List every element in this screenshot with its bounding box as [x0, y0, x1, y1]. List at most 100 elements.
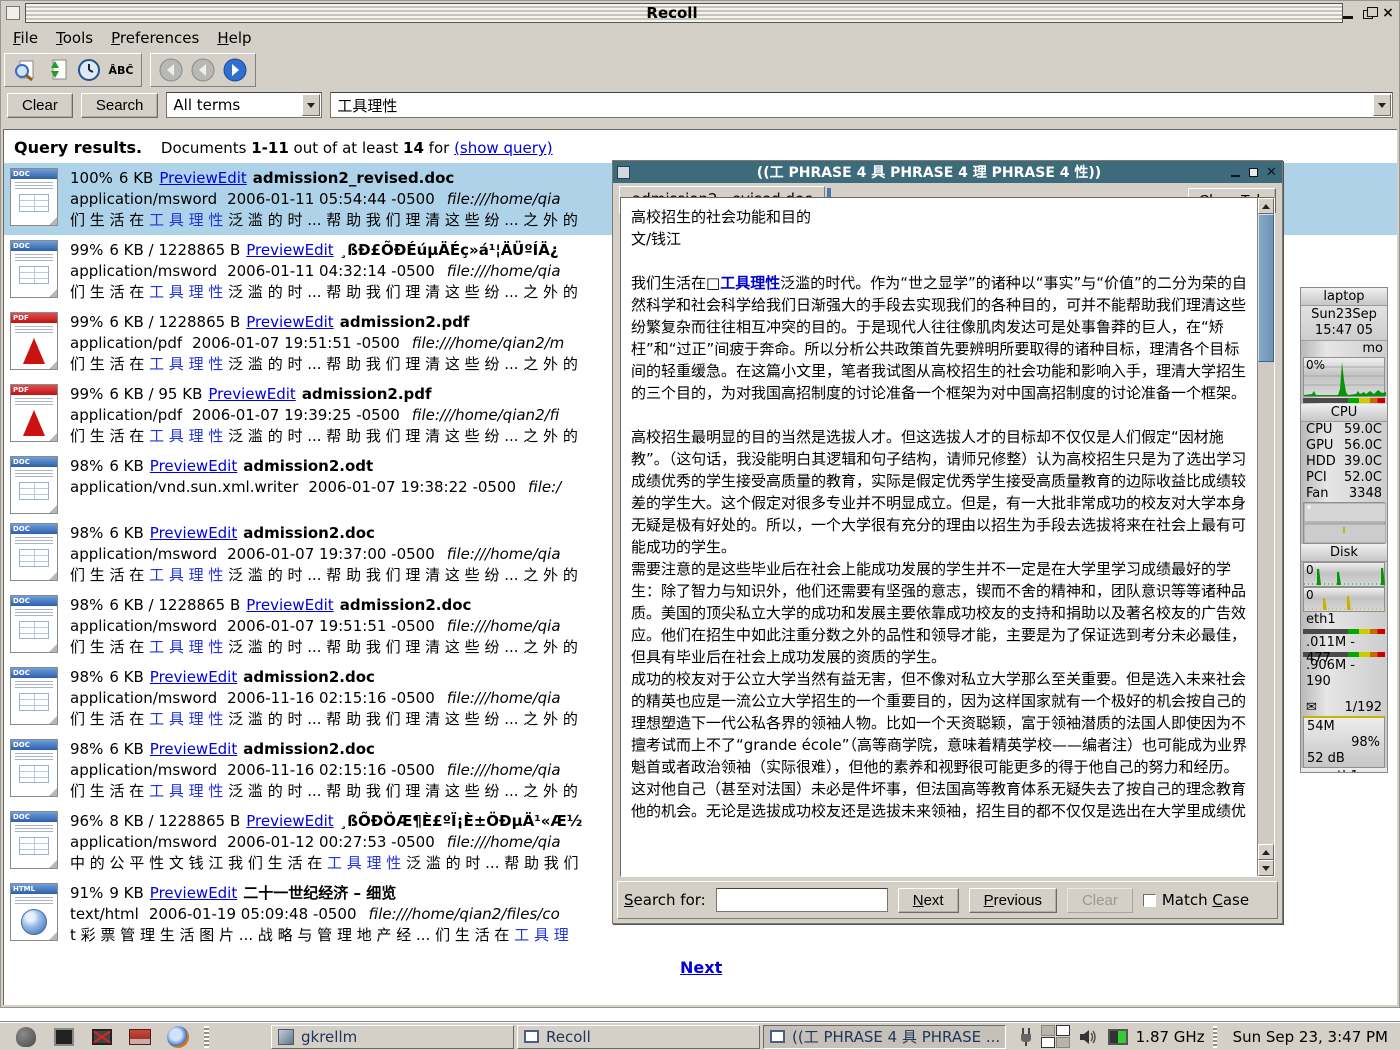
cpu-chart[interactable]: 0%: [1303, 357, 1385, 397]
task-button-gkrellm[interactable]: gkrellm: [271, 1025, 514, 1049]
sensor-row: CPU 59.0C: [1301, 422, 1387, 438]
workspace-switcher[interactable]: [1041, 1025, 1070, 1048]
sensor-name: HDD: [1306, 454, 1336, 470]
edit-link[interactable]: Edit: [218, 169, 247, 187]
match-case-checkbox[interactable]: [1143, 894, 1156, 907]
result-date: 2006-01-07 19:51:51 -0500: [192, 334, 400, 352]
find-previous-button[interactable]: Previous: [969, 888, 1057, 913]
edit-link[interactable]: Edit: [208, 884, 237, 902]
search-mode-select[interactable]: All terms: [166, 92, 322, 118]
scroll-up-icon[interactable]: [1258, 198, 1274, 214]
scroll-up-icon[interactable]: [1258, 844, 1274, 860]
gkrellm-monitor[interactable]: laptop Sun23Sep 15:47 05 mo 0% CPU CPU 5…: [1300, 287, 1388, 773]
result-date: 2006-11-16 02:15:16 -0500: [227, 689, 435, 707]
preview-link[interactable]: Preview: [246, 812, 304, 830]
minimize-button[interactable]: [1340, 5, 1356, 21]
result-size: 9 KB: [109, 884, 143, 902]
sort-by-date-icon[interactable]: [75, 57, 103, 83]
edit-link[interactable]: Edit: [208, 740, 237, 758]
preview-link[interactable]: Preview: [246, 241, 304, 259]
cpufreq-icon[interactable]: [1108, 1029, 1128, 1045]
menu-preferences[interactable]: Preferences: [102, 27, 208, 49]
edit-link[interactable]: Edit: [267, 385, 296, 403]
mail-monitor[interactable]: ✉ 1/192: [1301, 700, 1387, 716]
edit-link[interactable]: Edit: [305, 596, 334, 614]
preview-link[interactable]: Preview: [150, 884, 208, 902]
preview-link[interactable]: Preview: [159, 169, 217, 187]
sensor-value: 56.0C: [1344, 438, 1382, 454]
highlighted-term: 工 具 理 性: [327, 854, 401, 872]
search-input[interactable]: [331, 94, 1372, 116]
disk-read-chart[interactable]: 0: [1303, 562, 1385, 587]
clear-button[interactable]: Clear: [7, 93, 73, 118]
sort-params-icon[interactable]: [43, 57, 71, 83]
scrollbar[interactable]: [1257, 198, 1274, 876]
next-page-link[interactable]: Next: [680, 958, 722, 977]
preview-link[interactable]: Preview: [150, 740, 208, 758]
result-percent: 99%: [70, 241, 103, 259]
edit-link[interactable]: Edit: [208, 668, 237, 686]
preview-close-button[interactable]: ✕: [1264, 165, 1279, 180]
preview-link[interactable]: Preview: [246, 313, 304, 331]
edit-link[interactable]: Edit: [305, 241, 334, 259]
memory-panel[interactable]: 54M 98% 52 dB: [1303, 716, 1385, 768]
search-button[interactable]: Search: [81, 93, 159, 118]
maximize-button[interactable]: [1360, 5, 1376, 21]
chevron-down-icon[interactable]: [1373, 94, 1391, 116]
advanced-search-icon[interactable]: [11, 57, 39, 83]
edit-link[interactable]: Edit: [208, 457, 237, 475]
terminal-launcher-icon[interactable]: [52, 1025, 76, 1049]
menu-file[interactable]: File: [4, 27, 47, 49]
lock-screen-icon[interactable]: [90, 1025, 114, 1049]
disk-write-chart[interactable]: 0: [1303, 587, 1385, 612]
first-page-icon[interactable]: [157, 57, 185, 83]
firefox-launcher-icon[interactable]: [166, 1025, 190, 1049]
find-next-button[interactable]: Next: [898, 888, 959, 913]
edit-link[interactable]: Edit: [305, 812, 334, 830]
file-type-icon: HTML: [10, 883, 58, 941]
volume-icon[interactable]: [1078, 1028, 1100, 1046]
gnome-menu-icon[interactable]: [14, 1025, 38, 1049]
task-button-recoll[interactable]: Recoll: [517, 1025, 760, 1049]
edit-link[interactable]: Edit: [208, 524, 237, 542]
preview-link[interactable]: Preview: [150, 524, 208, 542]
menu-tools[interactable]: Tools: [47, 27, 102, 49]
highlighted-term: 工 具 理 性: [149, 566, 223, 584]
result-mime: application/msword: [70, 262, 217, 280]
recoll-titlebar[interactable]: Recoll ×: [1, 1, 1399, 25]
result-url: file:///home/qia: [447, 617, 561, 635]
power-plug-icon[interactable]: [1019, 1027, 1033, 1047]
preview-link[interactable]: Preview: [246, 596, 304, 614]
search-mode-value: All terms: [173, 96, 240, 114]
cpu-load-label: 0%: [1306, 358, 1325, 372]
sensor-row: HDD 39.0C: [1301, 454, 1387, 470]
term-explorer-icon[interactable]: ÂBĈ: [107, 57, 135, 83]
previous-page-icon[interactable]: [189, 57, 217, 83]
preview-search-input[interactable]: [716, 888, 888, 912]
edit-link[interactable]: Edit: [305, 313, 334, 331]
fan-chart[interactable]: [1303, 502, 1385, 544]
scroll-down-icon[interactable]: [1258, 860, 1274, 876]
task-button-preview[interactable]: ((工 PHRASE 4 具 PHRASE ...: [763, 1025, 1006, 1049]
preview-maximize-button[interactable]: [1246, 165, 1261, 180]
preview-link[interactable]: Preview: [150, 457, 208, 475]
next-page-icon[interactable]: [221, 57, 249, 83]
result-date: 2006-01-07 19:51:51 -0500: [227, 617, 435, 635]
show-query-link[interactable]: (show query): [454, 139, 553, 157]
preview-minimize-button[interactable]: [1228, 165, 1243, 180]
window-title: Recoll: [1, 4, 1343, 22]
preview-text[interactable]: 高校招生的社会功能和目的 文/钱江 我们生活在□工具理性泛滥的时代。作为“世之显…: [621, 198, 1257, 876]
close-button[interactable]: ×: [1380, 5, 1396, 21]
preview-link[interactable]: Preview: [208, 385, 266, 403]
find-clear-button[interactable]: Clear: [1067, 888, 1133, 913]
taskbar-clock[interactable]: Sun Sep 23, 3:47 PM: [1225, 1028, 1396, 1046]
menu-help[interactable]: Help: [208, 27, 260, 49]
tasklist-handle[interactable]: [204, 1026, 209, 1048]
preview-titlebar[interactable]: ((工 PHRASE 4 具 PHRASE 4 理 PHRASE 4 性)) ✕: [613, 161, 1282, 183]
chevron-down-icon[interactable]: [302, 94, 320, 116]
scrollbar-thumb[interactable]: [1258, 214, 1274, 362]
cpu-krell: [1303, 398, 1385, 403]
preview-window-icon[interactable]: [617, 166, 630, 179]
editor-launcher-icon[interactable]: [128, 1025, 152, 1049]
preview-link[interactable]: Preview: [150, 668, 208, 686]
